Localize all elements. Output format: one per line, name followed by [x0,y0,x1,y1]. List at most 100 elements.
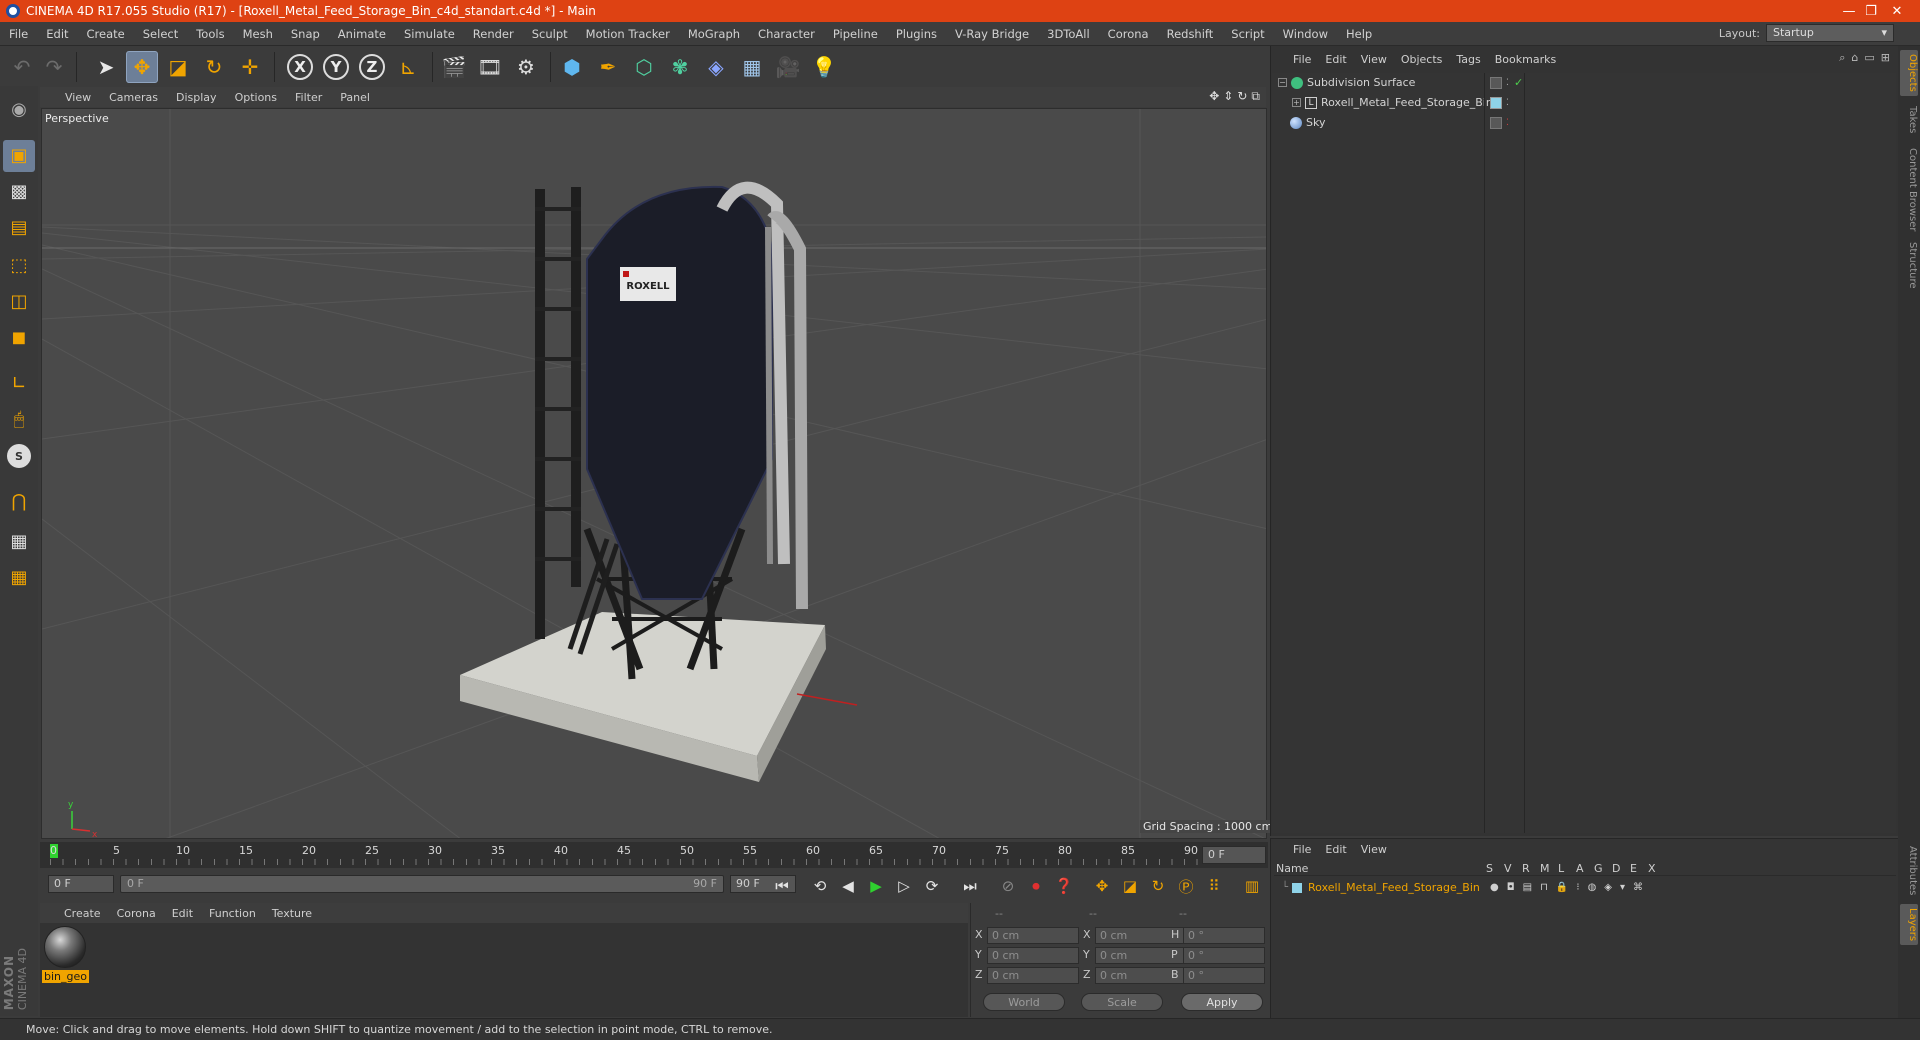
viewport-menu-panel[interactable]: Panel [331,91,379,104]
position-x-field[interactable]: 0 cm [987,927,1079,944]
autokey-button[interactable]: ⏺ [1024,874,1048,898]
coordinate-system-button[interactable]: ⊾ [392,51,424,83]
expand-plus-icon[interactable]: + [1292,98,1301,107]
deformer-button[interactable]: ◈ [700,51,732,83]
objects-menu-edit[interactable]: Edit [1318,53,1353,66]
menu-character[interactable]: Character [749,27,824,41]
undo-button[interactable]: ↶ [6,51,38,83]
maximize-view-icon[interactable]: ⧉ [1251,89,1260,104]
size-mode-dropdown[interactable]: Scale [1081,993,1163,1011]
menu-select[interactable]: Select [134,27,187,41]
cube-object-button[interactable]: ⬢ [556,51,588,83]
menu-snap[interactable]: Snap [282,27,329,41]
make-editable-button[interactable]: ◉ [3,94,35,126]
object-row-bin[interactable]: + L Roxell_Metal_Feed_Storage_Bin ⁚ [1272,93,1896,112]
coordinate-space-dropdown[interactable]: World [983,993,1065,1011]
objects-menu-tags[interactable]: Tags [1449,53,1487,66]
material-preview-swatch[interactable] [44,926,86,968]
home-icon[interactable]: ⌂ [1851,51,1858,65]
tab-structure[interactable]: Structure [1900,238,1918,293]
position-key-button[interactable]: ✥ [1090,874,1114,898]
manager-icon[interactable]: ⊓ [1540,882,1548,893]
menu-sculpt[interactable]: Sculpt [523,27,577,41]
workplane-mode-button[interactable]: ▤ [3,212,35,244]
go-to-start-button[interactable]: ⏮ [770,874,794,898]
tab-takes[interactable]: Takes [1900,102,1918,137]
axis-mode-button[interactable]: ∟ [3,368,35,400]
visibility-dots-icon[interactable]: ⁚ [1506,78,1509,88]
timeline-ruler[interactable]: 0 5 10 15 20 25 30 35 40 45 50 55 60 65 … [40,842,1268,868]
preview-range-slider[interactable]: 0 F 90 F [120,875,724,893]
play-button[interactable]: ▶ [864,874,888,898]
menu-redshift[interactable]: Redshift [1158,27,1223,41]
x-axis-button[interactable]: X [284,51,316,83]
menu-mesh[interactable]: Mesh [234,27,282,41]
viewport-menu-filter[interactable]: Filter [286,91,331,104]
rotate-tool-button[interactable]: ↻ [198,51,230,83]
object-row-sky[interactable]: Sky ⁚ [1272,113,1896,132]
menu-plugins[interactable]: Plugins [887,27,946,41]
objects-menu-view[interactable]: View [1354,53,1394,66]
menu-animate[interactable]: Animate [329,27,395,41]
layer-row[interactable]: └ Roxell_Metal_Feed_Storage_Bin ● ◘ ▤ ⊓ … [1274,879,1896,896]
search-icon[interactable]: ⌕ [1839,51,1845,65]
material-menu-function[interactable]: Function [201,907,264,920]
layer-color-swatch[interactable] [1490,96,1502,109]
visibility-dots-icon[interactable]: ⁚ [1506,118,1509,128]
polygons-mode-button[interactable]: ◼ [3,322,35,354]
enabled-check-icon[interactable]: ✓ [1514,76,1523,89]
rotation-b-field[interactable]: 0 ° [1183,967,1265,984]
menu-3dtoall[interactable]: 3DToAll [1038,27,1099,41]
material-name-label[interactable]: bin_geo [42,970,89,983]
parameter-key-button[interactable]: Ⓟ [1174,874,1198,898]
visibility-dots-icon[interactable]: ⁚ [1506,98,1509,108]
render-clapboard-icon[interactable]: ▤ [1523,882,1532,893]
dolly-icon[interactable]: ⇕ [1223,89,1233,104]
viewport-menu-display[interactable]: Display [167,91,226,104]
menu-help[interactable]: Help [1337,27,1381,41]
solo-button[interactable]: S [3,440,35,472]
orbit-icon[interactable]: ↻ [1237,89,1247,104]
spline-pen-button[interactable]: ✒ [592,51,624,83]
scale-tool-button[interactable]: ◪ [162,51,194,83]
tab-attributes[interactable]: Attributes [1900,842,1918,899]
lock-icon[interactable]: 🔒 [1556,882,1568,893]
menu-create[interactable]: Create [78,27,134,41]
objects-menu-objects[interactable]: Objects [1394,53,1450,66]
previous-frame-button[interactable]: ◀ [836,874,860,898]
next-frame-button[interactable]: ▷ [892,874,916,898]
apply-button[interactable]: Apply [1181,993,1263,1011]
menu-edit[interactable]: Edit [37,27,77,41]
keyframe-selection-button[interactable]: ❓ [1052,874,1076,898]
material-menu-edit[interactable]: Edit [164,907,201,920]
material-menu-create[interactable]: Create [56,907,109,920]
edges-mode-button[interactable]: ◫ [3,286,35,318]
next-key-button[interactable]: ⟳ [920,874,944,898]
move-tool-button[interactable]: ✥ [126,51,158,83]
scale-key-button[interactable]: ◪ [1118,874,1142,898]
close-button[interactable]: ✕ [1874,0,1920,22]
objects-menu-file[interactable]: File [1286,53,1318,66]
tab-content-browser[interactable]: Content Browser [1900,144,1918,235]
menu-tools[interactable]: Tools [187,27,233,41]
texture-mode-button[interactable]: ▩ [3,176,35,208]
lock-workplane-button[interactable]: ▦ [3,526,35,558]
viewport-menu-view[interactable]: View [56,91,100,104]
collapse-icon[interactable]: − [1278,78,1287,87]
layer-color-swatch[interactable] [1490,116,1502,129]
live-selection-button[interactable]: ➤ [90,51,122,83]
points-mode-button[interactable]: ⬚ [3,250,35,282]
model-mode-button[interactable]: ▣ [3,140,35,172]
menu-vray-bridge[interactable]: V-Ray Bridge [946,27,1038,41]
menu-window[interactable]: Window [1274,27,1337,41]
render-settings-button[interactable]: ⚙ [510,51,542,83]
layer-color-swatch[interactable] [1292,882,1303,893]
viewport-menu-cameras[interactable]: Cameras [100,91,167,104]
start-frame-field[interactable]: 0 F [48,875,114,893]
menu-file[interactable]: File [0,27,37,41]
cloner-button[interactable]: ✾ [664,51,696,83]
menu-pipeline[interactable]: Pipeline [824,27,887,41]
expression-icon[interactable]: ▾ [1620,882,1625,893]
layer-color-swatch[interactable] [1490,76,1502,89]
layers-menu-file[interactable]: File [1286,843,1318,856]
